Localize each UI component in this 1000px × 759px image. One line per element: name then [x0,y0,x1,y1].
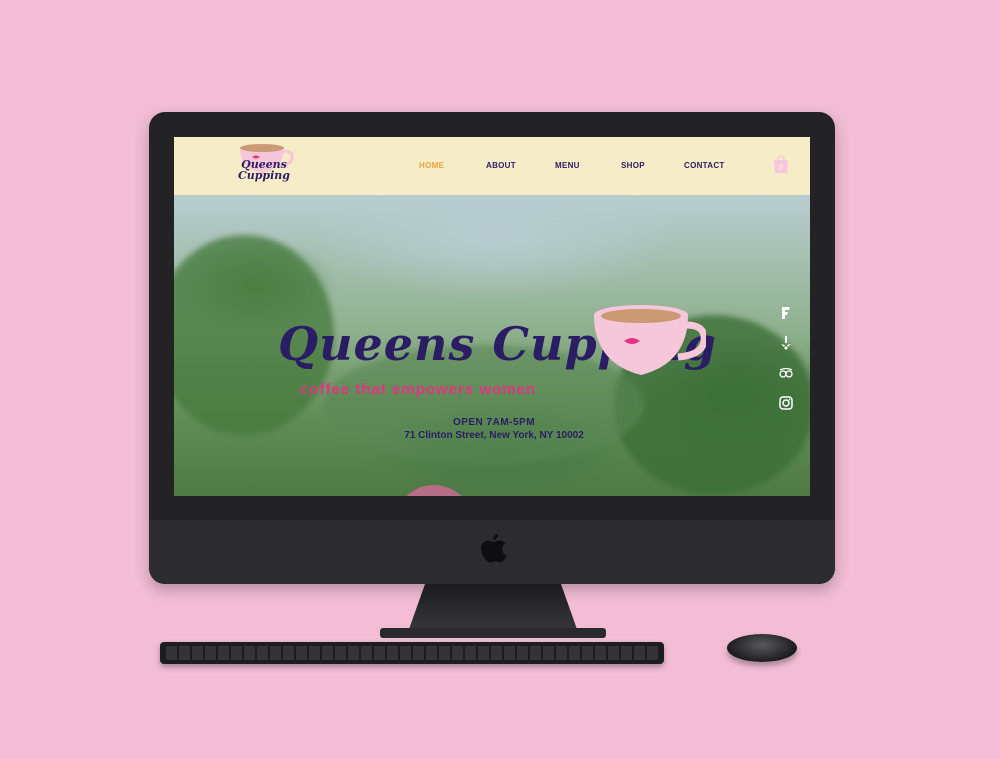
hero-banner: Queens Cupping coffee that empowers wome… [174,195,810,496]
screen: Queens Cupping coffee that empowers wome… [174,137,810,496]
stand-neck [408,584,578,632]
nav-shop[interactable]: SHOP [621,161,645,170]
stand-base [380,628,606,638]
hero-tagline: coffee that empowers women [300,381,537,398]
main-nav: HOME ABOUT MENU SHOP CONTACT [174,161,810,175]
nav-menu[interactable]: MENU [555,161,580,170]
tripadvisor-icon[interactable] [778,365,794,381]
foursquare-icon[interactable] [778,305,794,321]
instagram-icon[interactable] [778,395,794,411]
shopping-bag-icon[interactable]: 0 [772,154,790,174]
hero-hours: OPEN 7AM-5PM [452,417,536,428]
site-header: Queens Cupping HOME ABOUT MENU SHOP CONT… [174,137,810,195]
mouse [727,634,797,662]
women-workers-image [406,485,462,496]
hero-address: 71 Clinton Street, New York, NY 10002 [404,430,584,441]
apple-logo-icon [481,534,507,563]
nav-home[interactable]: HOME [419,161,444,170]
desk-scene: Queens Cupping coffee that empowers wome… [0,0,1000,759]
coffee-cup-icon [594,305,706,375]
nav-contact[interactable]: CONTACT [684,161,725,170]
keyboard [160,642,664,664]
nav-about[interactable]: ABOUT [486,161,516,170]
yelp-icon[interactable] [778,335,794,351]
